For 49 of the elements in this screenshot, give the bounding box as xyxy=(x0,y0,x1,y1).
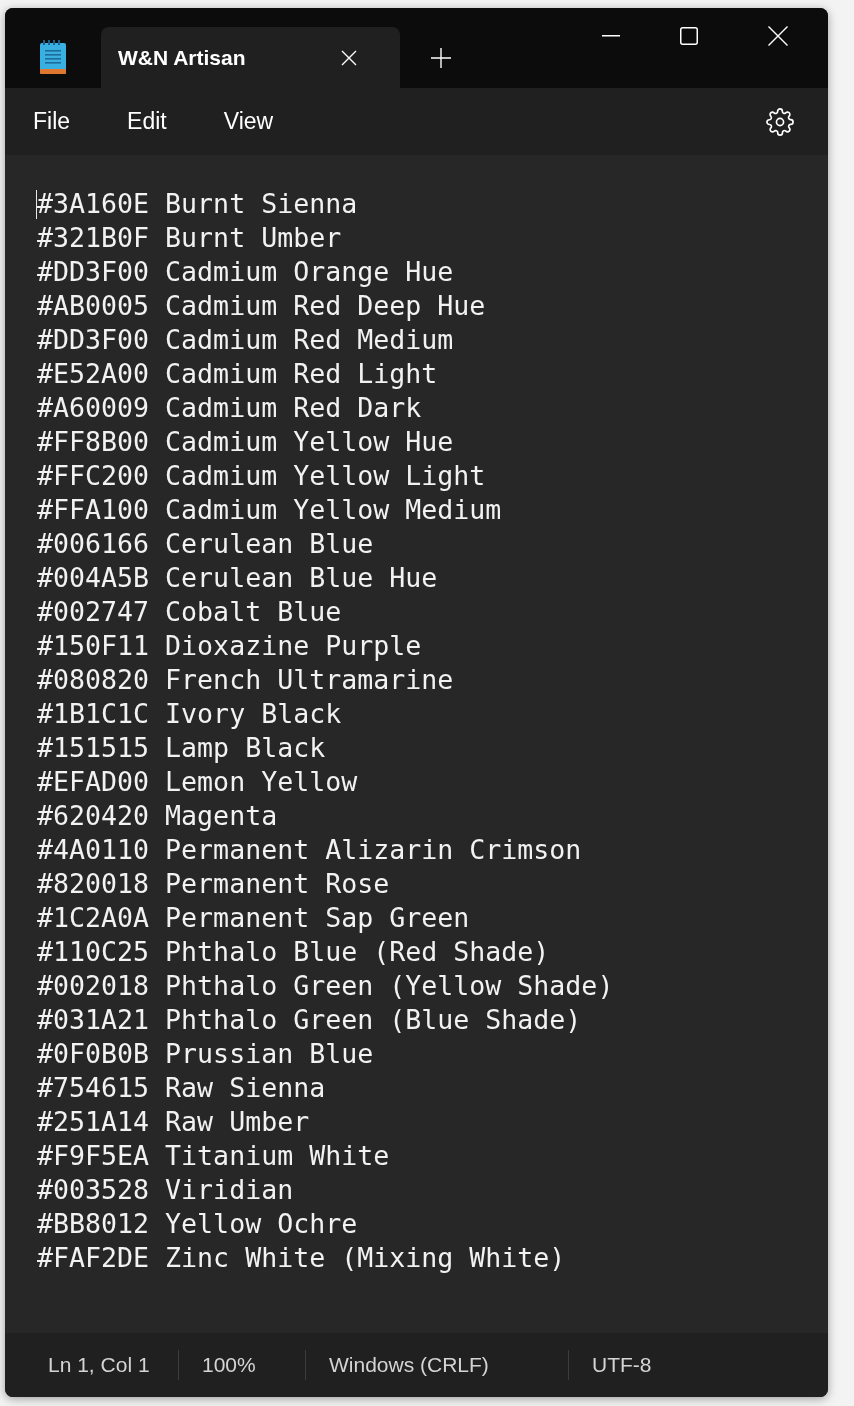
status-text: 100% xyxy=(202,1353,256,1377)
settings-icon xyxy=(766,107,794,136)
text-line: #E52A00 Cadmium Red Light xyxy=(37,358,438,389)
text-cursor xyxy=(36,190,37,219)
close-icon xyxy=(341,49,357,66)
text-area[interactable] xyxy=(5,155,828,1333)
plus-icon xyxy=(431,47,451,68)
text-line: #EFAD00 Lemon Yellow xyxy=(37,766,358,797)
text-line: #AB0005 Cadmium Red Deep Hue xyxy=(37,290,486,321)
text-line: #BB8012 Yellow Ochre xyxy=(37,1208,358,1239)
text-line: #1C2A0A Permanent Sap Green xyxy=(37,902,470,933)
document-tab[interactable]: W&N Artisan xyxy=(101,27,400,88)
text-line: #FAF2DE Zinc White (Mixing White) xyxy=(37,1242,566,1273)
text-line: #004A5B Cerulean Blue Hue xyxy=(37,562,438,593)
text-line: #620420 Magenta xyxy=(37,800,278,831)
text-line: #031A21 Phthalo Green (Blue Shade) xyxy=(37,1004,582,1035)
text-line: #1B1C1C Ivory Black xyxy=(37,698,342,729)
text-line: #003528 Viridian xyxy=(37,1174,294,1205)
text-line: #820018 Permanent Rose xyxy=(37,868,390,899)
minimize-icon xyxy=(602,35,620,37)
text-line: #FFC200 Cadmium Yellow Light xyxy=(37,460,486,491)
text-line: #A60009 Cadmium Red Dark xyxy=(37,392,422,423)
text-line: #3A160E Burnt Sienna xyxy=(37,188,358,219)
status-text: UTF-8 xyxy=(592,1353,652,1377)
text-line: #151515 Lamp Black xyxy=(37,732,326,763)
status-text: Ln 1, Col 1 xyxy=(48,1353,150,1377)
menu-item[interactable]: File xyxy=(19,100,85,143)
text-line: #251A14 Raw Umber xyxy=(37,1106,310,1137)
text-line: #0F0B0B Prussian Blue xyxy=(37,1038,374,1069)
text-line: #F9F5EA Titanium White xyxy=(37,1140,390,1171)
menu-item[interactable]: View xyxy=(209,100,288,143)
close-icon xyxy=(768,26,788,46)
text-line: #002018 Phthalo Green (Yellow Shade) xyxy=(37,970,614,1001)
menu-item[interactable]: Edit xyxy=(113,100,181,143)
maximize-icon xyxy=(680,27,698,45)
text-line: #002747 Cobalt Blue xyxy=(37,596,342,627)
text-line: #110C25 Phthalo Blue (Red Shade) xyxy=(37,936,550,967)
text-line: #754615 Raw Sienna xyxy=(37,1072,326,1103)
text-line: #DD3F00 Cadmium Red Medium xyxy=(37,324,454,355)
text-line: #006166 Cerulean Blue xyxy=(37,528,374,559)
text-line: #DD3F00 Cadmium Orange Hue xyxy=(37,256,454,287)
text-line: #FF8B00 Cadmium Yellow Hue xyxy=(37,426,454,457)
text-line: #321B0F Burnt Umber xyxy=(37,222,342,253)
text-line: #FFA100 Cadmium Yellow Medium xyxy=(37,494,502,525)
text-line: #080820 French Ultramarine xyxy=(37,664,454,695)
notepad-icon xyxy=(40,40,66,74)
text-line: #4A0110 Permanent Alizarin Crimson xyxy=(37,834,582,865)
status-text: Windows (CRLF) xyxy=(329,1353,489,1377)
text-line: #150F11 Dioxazine Purple xyxy=(37,630,422,661)
